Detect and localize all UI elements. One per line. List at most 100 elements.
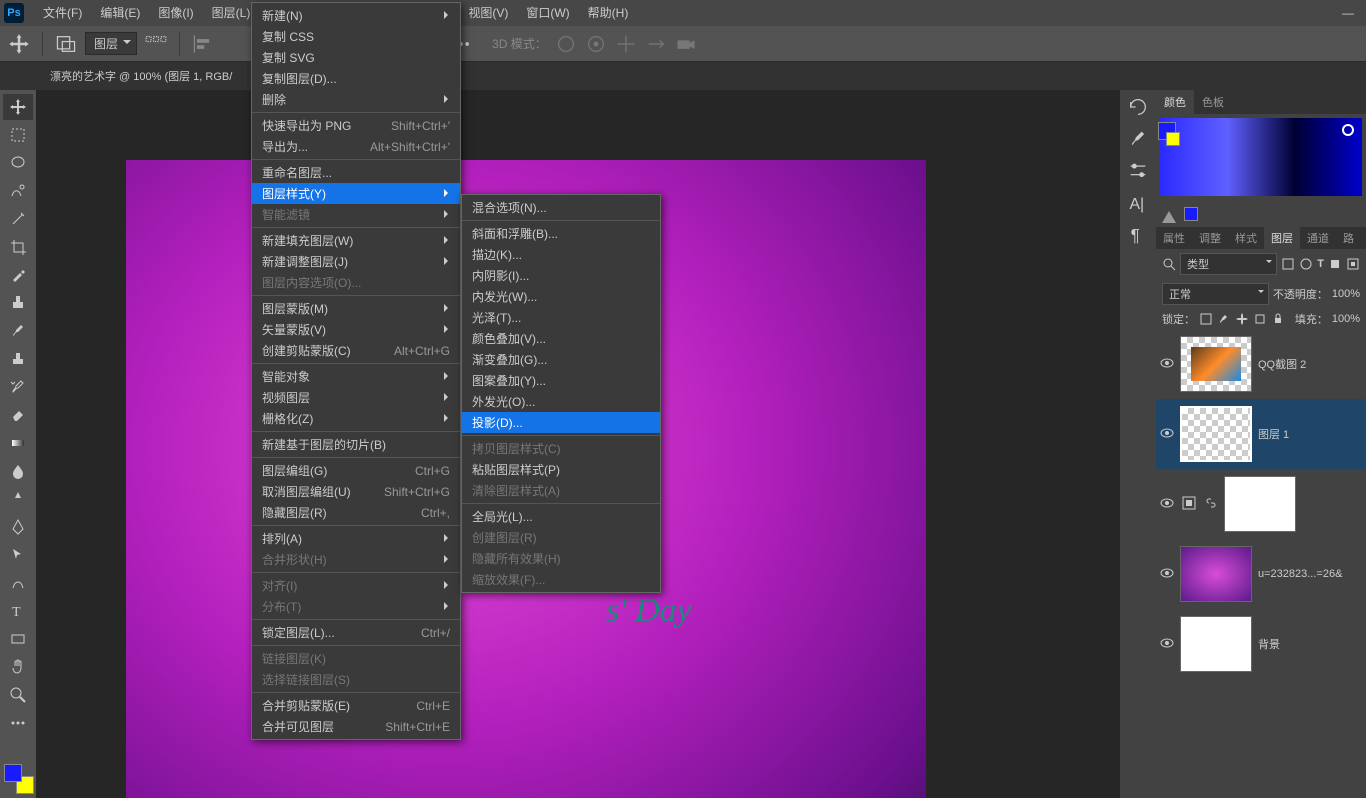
filter-pixel-icon[interactable]: [1281, 257, 1295, 271]
layer-thumbnail[interactable]: [1224, 476, 1296, 532]
filter-smart-icon[interactable]: [1346, 257, 1360, 271]
tab-adjustments[interactable]: 调整: [1192, 227, 1228, 249]
lock-all-icon[interactable]: [1271, 312, 1285, 326]
layer-name[interactable]: 图层 1: [1258, 426, 1289, 442]
menu-item[interactable]: 颜色叠加(V)...: [462, 328, 660, 349]
3d-slide-icon[interactable]: [645, 33, 667, 55]
dodge-tool[interactable]: [3, 486, 33, 512]
pen-tool[interactable]: [3, 514, 33, 540]
tab-channels[interactable]: 通道: [1300, 227, 1336, 249]
layer-thumbnail[interactable]: [1180, 616, 1252, 672]
layer-name[interactable]: QQ截图 2: [1258, 356, 1306, 372]
tab-styles[interactable]: 样式: [1228, 227, 1264, 249]
brush-tool[interactable]: [3, 318, 33, 344]
opacity-value[interactable]: 100%: [1332, 288, 1360, 300]
3d-roll-icon[interactable]: [585, 33, 607, 55]
menu-item[interactable]: 排列(A): [252, 528, 460, 549]
menu-item[interactable]: 内发光(W)...: [462, 286, 660, 307]
menu-window[interactable]: 窗口(W): [517, 0, 578, 26]
menu-item[interactable]: 复制 SVG: [252, 47, 460, 68]
eraser-tool[interactable]: [3, 402, 33, 428]
hand-tool[interactable]: [3, 654, 33, 680]
layer-filter-dropdown[interactable]: 类型: [1180, 253, 1277, 275]
menu-item[interactable]: 锁定图层(L)...Ctrl+/: [252, 622, 460, 643]
menu-item[interactable]: 新建基于图层的切片(B): [252, 434, 460, 455]
menu-item[interactable]: 矢量蒙版(V): [252, 319, 460, 340]
menu-file[interactable]: 文件(F): [34, 0, 91, 26]
menu-item[interactable]: 智能对象: [252, 366, 460, 387]
char-panel-icon[interactable]: A|: [1127, 192, 1149, 214]
document-tab[interactable]: 漂亮的艺术字 @ 100% (图层 1, RGB/: [40, 64, 242, 88]
menu-item[interactable]: 内阴影(I)...: [462, 265, 660, 286]
layer-row[interactable]: 图层 1: [1156, 399, 1366, 469]
menu-item[interactable]: 快速导出为 PNGShift+Ctrl+': [252, 115, 460, 136]
menu-image[interactable]: 图像(I): [149, 0, 202, 26]
brush-panel-icon[interactable]: [1127, 128, 1149, 150]
layer-row[interactable]: 背景: [1156, 609, 1366, 679]
layer-thumbnail[interactable]: [1180, 406, 1252, 462]
menu-item[interactable]: 隐藏图层(R)Ctrl+,: [252, 502, 460, 523]
tab-color[interactable]: 颜色: [1156, 90, 1194, 114]
layer-name[interactable]: 背景: [1258, 636, 1280, 652]
menu-item[interactable]: 创建剪贴蒙版(C)Alt+Ctrl+G: [252, 340, 460, 361]
auto-select-dropdown[interactable]: 图层: [85, 32, 137, 55]
lock-position-icon[interactable]: [1235, 312, 1249, 326]
layer-thumbnail[interactable]: [1180, 546, 1252, 602]
type-tool[interactable]: T: [3, 598, 33, 624]
history-brush-tool[interactable]: [3, 374, 33, 400]
3d-orbit-icon[interactable]: [555, 33, 577, 55]
menu-item[interactable]: 合并剪贴蒙版(E)Ctrl+E: [252, 695, 460, 716]
tab-properties[interactable]: 属性: [1156, 227, 1192, 249]
visibility-icon[interactable]: [1160, 566, 1174, 583]
menu-view[interactable]: 视图(V): [459, 0, 517, 26]
quick-select-tool[interactable]: [3, 178, 33, 204]
layer-row[interactable]: [1156, 469, 1366, 539]
menu-item[interactable]: 复制 CSS: [252, 26, 460, 47]
lock-artboard-icon[interactable]: [1253, 312, 1267, 326]
menu-item[interactable]: 渐变叠加(G)...: [462, 349, 660, 370]
paragraph-panel-icon[interactable]: ¶: [1127, 224, 1149, 246]
3d-camera-icon[interactable]: [675, 33, 697, 55]
menu-item[interactable]: 合并可见图层Shift+Ctrl+E: [252, 716, 460, 737]
menu-item[interactable]: 视频图层: [252, 387, 460, 408]
magic-wand-tool[interactable]: [3, 206, 33, 232]
menu-item[interactable]: 重命名图层...: [252, 162, 460, 183]
layer-thumbnail[interactable]: [1180, 336, 1252, 392]
path-select-tool[interactable]: [3, 542, 33, 568]
adjust-panel-icon[interactable]: [1127, 160, 1149, 182]
menu-item[interactable]: 全局光(L)...: [462, 506, 660, 527]
background-swatch[interactable]: [1166, 132, 1180, 146]
menu-item[interactable]: 混合选项(N)...: [462, 197, 660, 218]
pen-freeform-tool[interactable]: [3, 570, 33, 596]
menu-item[interactable]: 删除: [252, 89, 460, 110]
align-left-icon[interactable]: [192, 33, 214, 55]
lock-pixels-icon[interactable]: [1217, 312, 1231, 326]
tab-paths[interactable]: 路: [1336, 227, 1361, 249]
move-tool[interactable]: [3, 94, 33, 120]
shape-tool[interactable]: [3, 626, 33, 652]
visibility-icon[interactable]: [1160, 496, 1174, 513]
blur-tool[interactable]: [3, 458, 33, 484]
menu-item[interactable]: 外发光(O)...: [462, 391, 660, 412]
transform-controls-icon[interactable]: [145, 33, 167, 55]
filter-adjust-icon[interactable]: [1299, 257, 1313, 271]
blend-mode-dropdown[interactable]: 正常: [1162, 283, 1269, 305]
menu-item[interactable]: 投影(D)...: [462, 412, 660, 433]
marquee-tool[interactable]: [3, 122, 33, 148]
heal-tool[interactable]: [3, 290, 33, 316]
menu-item[interactable]: 复制图层(D)...: [252, 68, 460, 89]
visibility-icon[interactable]: [1160, 426, 1174, 443]
menu-help[interactable]: 帮助(H): [579, 0, 638, 26]
visibility-icon[interactable]: [1160, 636, 1174, 653]
menu-item[interactable]: 斜面和浮雕(B)...: [462, 223, 660, 244]
color-picker[interactable]: [1160, 118, 1362, 196]
layer-row[interactable]: QQ截图 2: [1156, 329, 1366, 399]
tab-layers[interactable]: 图层: [1264, 227, 1300, 249]
foreground-color[interactable]: [4, 764, 22, 782]
menu-item[interactable]: 新建调整图层(J): [252, 251, 460, 272]
zoom-tool[interactable]: [3, 682, 33, 708]
3d-pan-icon[interactable]: [615, 33, 637, 55]
layer-row[interactable]: u=232823...=26&: [1156, 539, 1366, 609]
fill-value[interactable]: 100%: [1332, 313, 1360, 325]
layer-name[interactable]: u=232823...=26&: [1258, 568, 1342, 580]
